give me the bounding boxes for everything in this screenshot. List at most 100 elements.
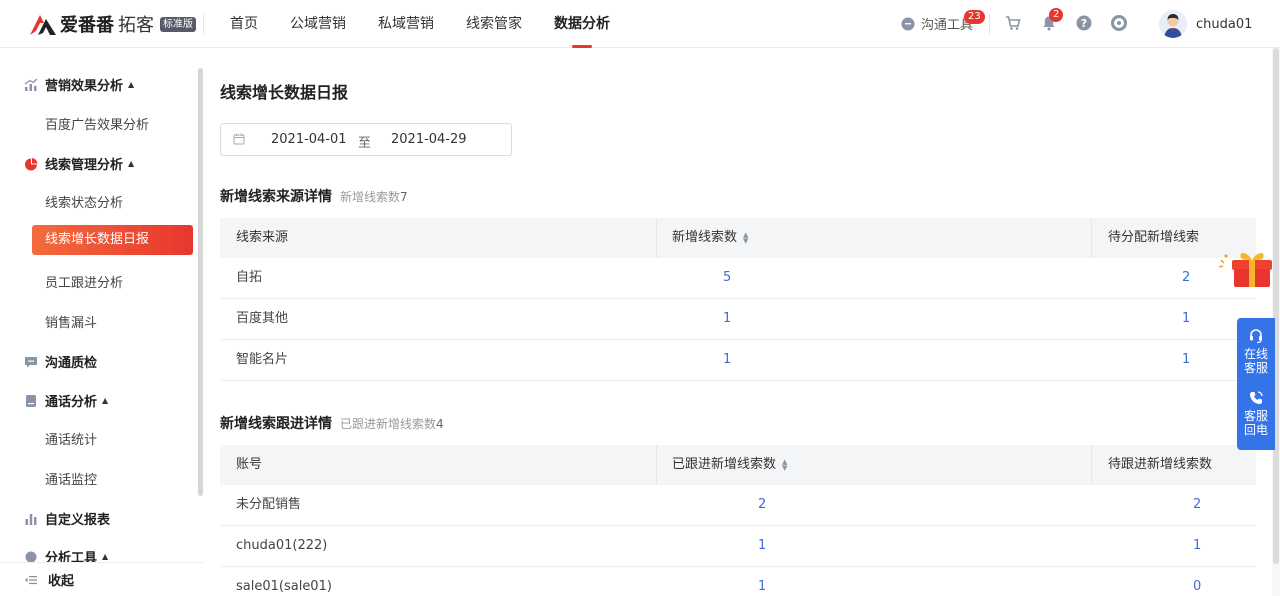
sidebar-item-lead-status[interactable]: 线索状态分析 [45,192,123,211]
cell-followed[interactable]: 2 [758,485,766,525]
sidebar-item-staff-followup[interactable]: 员工跟进分析 [45,272,123,291]
caret-up-icon: ▲ [102,396,109,405]
cell-pending-followup[interactable]: 1 [1193,526,1201,566]
online-service-label: 在线 客服 [1243,347,1268,375]
table-header: 账号 已跟进新增线索数 ▲ ▼ 待跟进新增线索数 [220,445,1256,485]
phone-callback-icon [1250,391,1263,404]
caret-up-icon: ▲ [128,159,135,168]
gift-icon[interactable] [1218,246,1274,290]
table-row: 百度其他 1 1 [220,299,1256,340]
caret-up-icon: ▲ [102,552,109,561]
cell-new-leads[interactable]: 5 [723,258,731,298]
cell-source: 百度其他 [236,311,289,326]
sidebar-item-sales-funnel[interactable]: 销售漏斗 [45,312,97,331]
cell-followed[interactable]: 1 [758,567,766,596]
logo-brand: 爱番番 [60,15,114,36]
nav-data-analysis[interactable]: 数据分析 [538,0,626,48]
followup-section-summary: 已跟进新增线索数4 [340,417,444,431]
logo-mark-icon [30,15,56,35]
nav-private-marketing[interactable]: 私域营销 [362,0,450,48]
cell-account: 未分配销售 [236,497,302,512]
page-scrollbar-thumb[interactable] [1273,48,1279,564]
source-summary-value: 7 [400,190,408,204]
sidebar-item-call-stats[interactable]: 通话统计 [45,429,97,448]
table-header: 线索来源 新增线索数 ▲ ▼ 待分配新增线索 [220,218,1256,258]
date-separator: 至 [358,136,372,151]
top-bar: 爱番番 拓客 标准版 首页 公域营销 私域营销 线索管家 数据分析 沟通工具 2… [0,0,1280,48]
followup-summary-value: 4 [436,417,444,431]
col-followed-label: 已跟进新增线索数 [672,457,777,472]
table-row: 自拓 5 2 [220,258,1256,299]
sidebar-group-communication-qa[interactable]: 沟通质检 [24,352,97,371]
sidebar-group-call-analysis[interactable]: 通话分析 ▲ [24,391,108,410]
nav-public-marketing[interactable]: 公域营销 [274,0,362,48]
sort-icon[interactable]: ▲ ▼ [743,231,748,244]
col-pending-followup: 待跟进新增线索数 [1108,457,1213,472]
callback-button[interactable]: 客服 回电 [1237,390,1275,437]
logo-product: 拓客 [118,15,154,36]
cart-icon[interactable] [1004,14,1022,32]
cell-pending[interactable]: 1 [1182,299,1190,339]
nav-home[interactable]: 首页 [214,0,274,48]
followup-section-heading: 新增线索跟进详情 [220,416,332,432]
source-summary-label: 新增线索数 [340,190,401,204]
avatar [1159,10,1187,38]
source-section-summary: 新增线索数7 [340,190,408,204]
sidebar-item-call-monitor[interactable]: 通话监控 [45,469,97,488]
edition-badge: 标准版 [160,16,196,32]
help-icon[interactable]: ? [1075,14,1093,32]
sidebar-group-lead-analysis[interactable]: 线索管理分析 ▲ [24,154,134,173]
column-divider [1091,445,1092,485]
online-service-button[interactable]: 在线 客服 [1237,328,1275,375]
cell-pending[interactable]: 1 [1182,340,1190,380]
sidebar-item-baidu-ad[interactable]: 百度广告效果分析 [45,114,149,133]
headset-icon [1250,329,1262,344]
phone-book-icon [26,394,36,407]
logo-divider [203,14,204,34]
chat-tool-button[interactable]: 沟通工具 [901,14,973,33]
sidebar-collapse-button[interactable]: 收起 [0,562,204,596]
sidebar-group-marketing-effect[interactable]: 营销效果分析 ▲ [24,75,134,94]
cell-new-leads[interactable]: 1 [723,340,731,380]
col-pending-assign: 待分配新增线索 [1108,230,1200,245]
sidebar: 营销效果分析 ▲ 百度广告效果分析 线索管理分析 ▲ 线索状态分析 线索增长数据… [0,48,204,596]
sort-icon[interactable]: ▲ ▼ [782,458,787,471]
col-new-leads[interactable]: 新增线索数 ▲ ▼ [672,218,748,258]
cell-account: sale01(sale01) [236,579,332,594]
date-range-picker[interactable]: 2021-04-01 至 2021-04-29 [220,123,512,156]
sidebar-group-label: 通话分析 [45,395,98,410]
chat-icon [901,17,915,30]
col-followed[interactable]: 已跟进新增线索数 ▲ ▼ [672,445,787,485]
table-row: sale01(sale01) 1 0 [220,567,1256,596]
date-start-input[interactable]: 2021-04-01 [271,132,347,147]
collapse-label: 收起 [48,574,75,589]
source-table: 线索来源 新增线索数 ▲ ▼ 待分配新增线索 自拓 5 2 百度其他 1 1 智能名… [220,218,1256,381]
svg-text:?: ? [1081,17,1087,30]
user-menu[interactable]: chuda01 [1159,10,1252,38]
sidebar-group-custom-report[interactable]: 自定义报表 [24,509,110,528]
cell-new-leads[interactable]: 1 [723,299,731,339]
sidebar-group-label: 自定义报表 [45,513,111,528]
cell-source: 智能名片 [236,352,289,367]
main-nav: 首页 公域营销 私域营销 线索管家 数据分析 [214,0,626,48]
cell-pending-followup[interactable]: 0 [1193,567,1201,596]
chat-bubble-icon [25,356,37,367]
settings-icon[interactable] [1110,14,1128,32]
cell-pending-followup[interactable]: 2 [1193,485,1201,525]
nav-lead-manager[interactable]: 线索管家 [450,0,538,48]
sidebar-scrollbar[interactable] [198,68,203,496]
date-end-input[interactable]: 2021-04-29 [391,132,467,147]
column-divider [1091,218,1092,258]
cell-followed[interactable]: 1 [758,526,766,566]
cell-source: 自拓 [236,270,263,285]
column-divider [656,445,657,485]
cell-pending[interactable]: 2 [1182,258,1190,298]
chat-badge: 23 [964,10,985,24]
followup-summary-label: 已跟进新增线索数 [340,417,437,431]
logo[interactable]: 爱番番 拓客 标准版 [28,11,196,37]
followup-table: 账号 已跟进新增线索数 ▲ ▼ 待跟进新增线索数 未分配销售 2 2 chuda01… [220,445,1256,596]
callback-label: 客服 回电 [1243,409,1268,437]
customer-service-panel: 在线 客服 客服 回电 [1237,318,1275,450]
table-row: 未分配销售 2 2 [220,485,1256,526]
sidebar-item-lead-growth-daily[interactable]: 线索增长数据日报 [32,225,193,255]
